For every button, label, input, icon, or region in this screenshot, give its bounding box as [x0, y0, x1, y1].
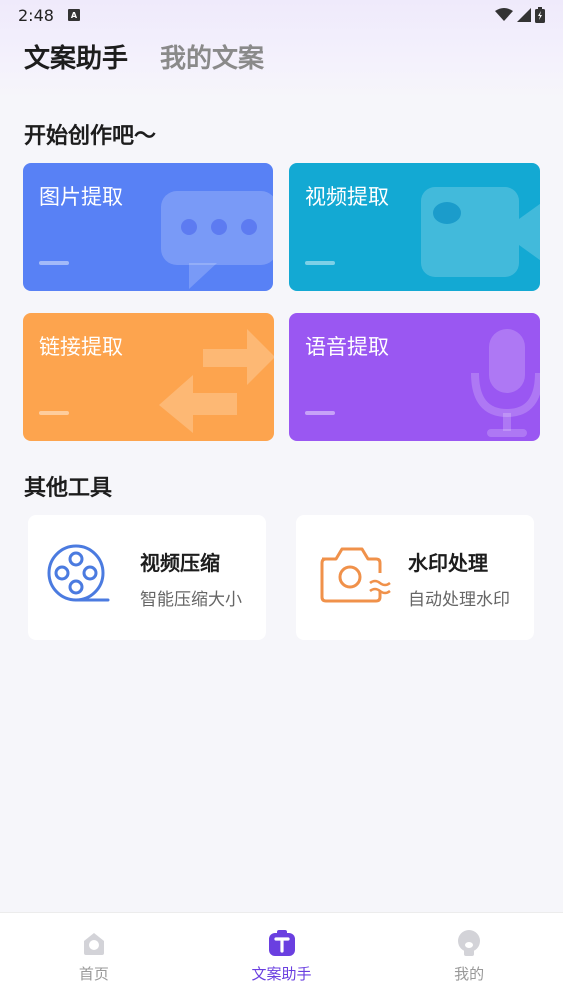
video-compress-tool[interactable]: 视频压缩 智能压缩大小: [28, 515, 266, 640]
film-reel-icon: [47, 544, 110, 602]
status-icons: [495, 7, 545, 23]
card-dash: [39, 261, 69, 265]
card-dash: [305, 411, 335, 415]
video-compress-desc: 智能压缩大小: [140, 590, 242, 610]
chat-bubble-icon: [161, 191, 273, 289]
nav-item-assistant[interactable]: 文案助手: [188, 913, 376, 1002]
image-extract-card[interactable]: 图片提取: [23, 163, 273, 291]
voice-extract-card[interactable]: 语音提取: [289, 313, 540, 441]
status-bar: 2:48 A: [0, 0, 563, 30]
create-section-title: 开始创作吧～: [24, 124, 157, 149]
watermark-desc: 自动处理水印: [408, 590, 510, 610]
text-assistant-icon: [268, 930, 295, 956]
bottom-nav: 首页 文案助手 我的: [0, 912, 563, 1002]
home-icon: [83, 933, 104, 955]
watermark-tool[interactable]: 水印处理 自动处理水印: [296, 515, 534, 640]
video-extract-label: 视频提取: [305, 185, 389, 209]
battery-icon: [535, 7, 545, 23]
nav-item-home[interactable]: 首页: [0, 913, 188, 1002]
tools-section-title: 其他工具: [24, 476, 113, 501]
header-tabs: 文案助手 我的文案: [24, 38, 264, 77]
nav-label-profile: 我的: [454, 965, 485, 983]
link-extract-label: 链接提取: [39, 335, 123, 359]
watermark-name: 水印处理: [408, 551, 488, 575]
nav-label-home: 首页: [78, 965, 109, 983]
link-extract-card[interactable]: 链接提取: [23, 313, 274, 441]
profile-icon: [458, 930, 481, 956]
wifi-icon: [495, 8, 513, 21]
voice-extract-label: 语音提取: [305, 335, 389, 359]
tab-my-copywriting[interactable]: 我的文案: [160, 38, 264, 75]
image-extract-label: 图片提取: [39, 185, 123, 209]
tab-copywriting-assistant[interactable]: 文案助手: [24, 38, 129, 77]
signal-icon: [517, 8, 531, 22]
microphone-icon: [471, 329, 540, 437]
video-compress-name: 视频压缩: [140, 551, 220, 575]
camera-watermark-icon: [320, 547, 391, 603]
card-dash: [39, 411, 69, 415]
video-extract-card[interactable]: 视频提取: [289, 163, 540, 291]
video-camera-icon: [421, 187, 540, 277]
nav-item-profile[interactable]: 我的: [375, 913, 563, 1002]
swap-arrows-icon: [159, 329, 274, 433]
notification-badge: A: [67, 9, 80, 21]
card-dash: [305, 261, 335, 265]
status-time: 2:48: [18, 5, 54, 25]
nav-label-assistant: 文案助手: [251, 965, 312, 983]
